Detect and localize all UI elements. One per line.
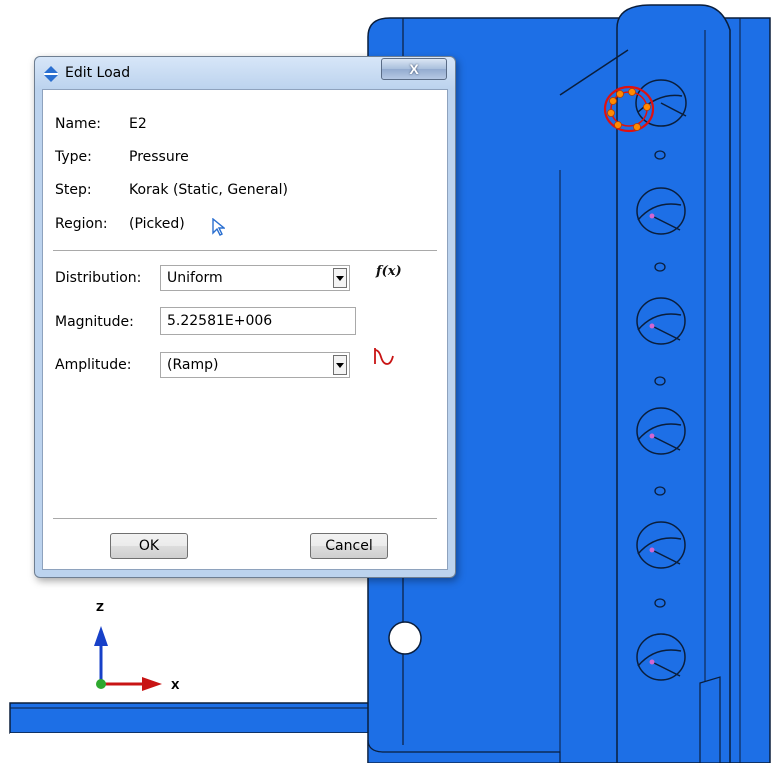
distribution-label: Distribution: (55, 270, 142, 286)
separator-top (53, 250, 437, 252)
region-value: (Picked) (129, 216, 185, 232)
hole-2 (636, 187, 686, 235)
hole-3 (636, 297, 686, 345)
close-icon: X (409, 61, 419, 77)
axis-triad: Z X (94, 601, 180, 692)
step-label: Step: (55, 182, 92, 198)
bolt-hole (388, 621, 422, 655)
lower-block (699, 676, 721, 763)
move-arrows-icon (44, 66, 58, 82)
region-label: Region: (55, 216, 108, 232)
hole-5 (636, 521, 686, 569)
cancel-button[interactable]: Cancel (310, 533, 388, 559)
chevron-down-icon[interactable] (333, 268, 347, 288)
hole-4 (636, 407, 686, 455)
fx-button[interactable]: f(x) (376, 264, 402, 279)
dialog-body: Name: E2 Type: Pressure Step: Korak (Sta… (42, 89, 448, 570)
edit-load-dialog: Edit Load X Name: E2 Type: Pressure Step… (34, 56, 456, 578)
base-plate (9, 702, 376, 742)
name-label: Name: (55, 116, 102, 132)
hole-6 (636, 633, 686, 681)
step-value: Korak (Static, General) (129, 182, 288, 198)
magnitude-label: Magnitude: (55, 314, 134, 330)
chevron-down-icon[interactable] (333, 355, 347, 375)
amplitude-label: Amplitude: (55, 357, 132, 373)
amplitude-select[interactable]: (Ramp) (160, 352, 350, 378)
magnitude-field[interactable] (160, 307, 356, 335)
dialog-titlebar[interactable]: Edit Load X (35, 57, 455, 89)
name-value: E2 (129, 116, 147, 132)
separator-bottom (53, 518, 437, 520)
dialog-title: Edit Load (65, 65, 131, 81)
x-axis-label: X (171, 679, 180, 692)
amplitude-curve-icon[interactable] (372, 346, 396, 368)
distribution-select[interactable]: Uniform (160, 265, 350, 291)
close-button[interactable]: X (381, 58, 447, 80)
type-label: Type: (55, 149, 92, 165)
pick-cursor-icon[interactable] (211, 218, 225, 236)
magnitude-input[interactable] (161, 308, 355, 334)
ok-button[interactable]: OK (110, 533, 188, 559)
distribution-value: Uniform (167, 270, 223, 286)
type-value: Pressure (129, 149, 189, 165)
z-axis-label: Z (96, 601, 104, 614)
amplitude-value: (Ramp) (167, 357, 219, 373)
